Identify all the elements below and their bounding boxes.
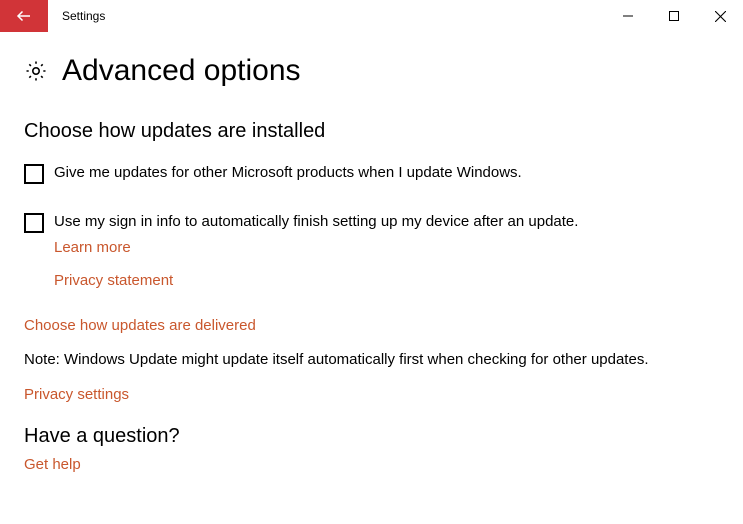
- page-header: Advanced options: [24, 54, 719, 88]
- checkbox-signin[interactable]: [24, 213, 44, 233]
- section-heading: Choose how updates are installed: [24, 120, 719, 143]
- gear-icon: [24, 59, 48, 83]
- note-text: Note: Windows Update might update itself…: [24, 350, 719, 370]
- checkbox-row-other-products[interactable]: Give me updates for other Microsoft prod…: [24, 163, 719, 184]
- content-area: Advanced options Choose how updates are …: [0, 32, 743, 473]
- app-title: Settings: [48, 0, 105, 32]
- maximize-button[interactable]: [651, 0, 697, 32]
- have-a-question-heading: Have a question?: [24, 425, 719, 448]
- privacy-settings-link[interactable]: Privacy settings: [24, 386, 719, 403]
- maximize-icon: [669, 11, 679, 21]
- titlebar: Settings: [0, 0, 743, 32]
- close-icon: [715, 11, 726, 22]
- checkbox-label-other-products: Give me updates for other Microsoft prod…: [54, 163, 522, 183]
- back-button[interactable]: [0, 0, 48, 32]
- titlebar-drag-area[interactable]: [105, 0, 605, 32]
- minimize-button[interactable]: [605, 0, 651, 32]
- arrow-left-icon: [15, 7, 33, 25]
- page-title: Advanced options: [62, 54, 301, 88]
- checkbox-other-products[interactable]: [24, 164, 44, 184]
- close-button[interactable]: [697, 0, 743, 32]
- privacy-statement-link[interactable]: Privacy statement: [54, 272, 719, 289]
- option-block-1: Give me updates for other Microsoft prod…: [24, 163, 719, 184]
- minimize-icon: [623, 11, 633, 21]
- get-help-link[interactable]: Get help: [24, 456, 81, 473]
- window-controls: [605, 0, 743, 32]
- option-block-2: Use my sign in info to automatically fin…: [24, 212, 719, 289]
- learn-more-link[interactable]: Learn more: [54, 239, 131, 256]
- delivery-optimization-link[interactable]: Choose how updates are delivered: [24, 317, 719, 334]
- checkbox-label-signin: Use my sign in info to automatically fin…: [54, 212, 578, 232]
- checkbox-row-signin[interactable]: Use my sign in info to automatically fin…: [24, 212, 719, 233]
